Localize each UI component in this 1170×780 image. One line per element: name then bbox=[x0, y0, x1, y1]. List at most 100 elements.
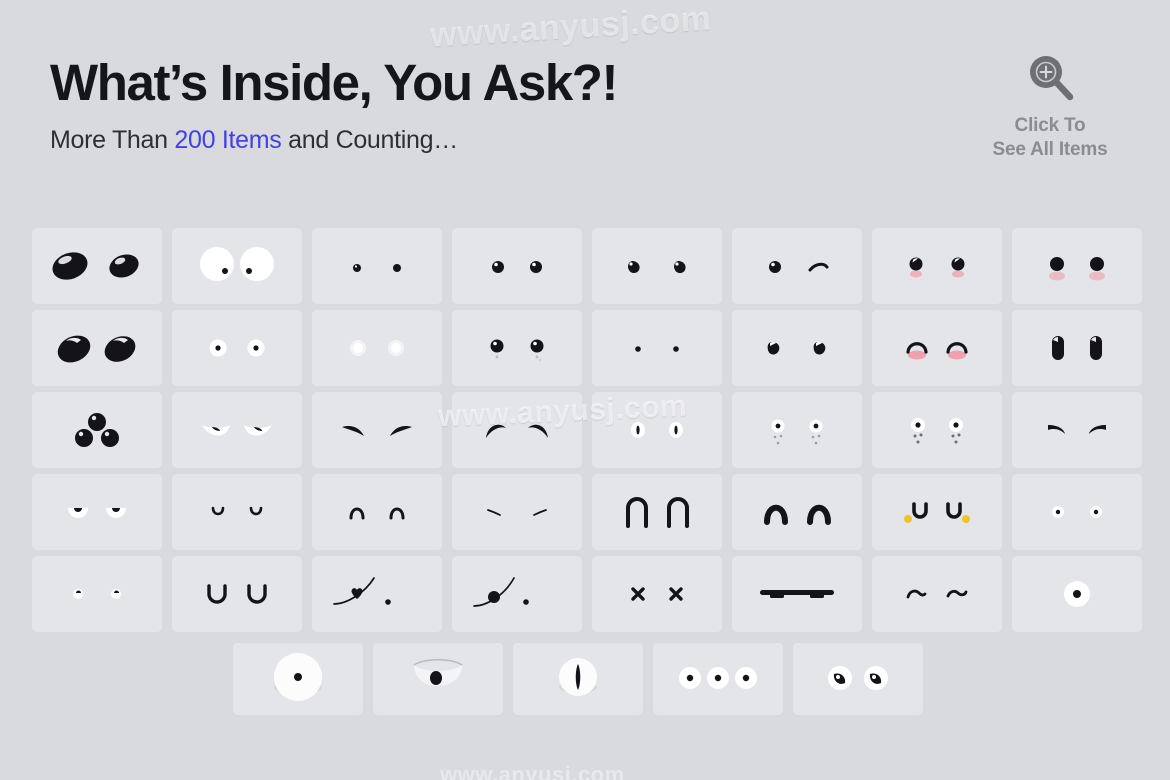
comma-shaped-eyes bbox=[767, 342, 826, 355]
teardrop-eyes-left-tilt bbox=[628, 261, 686, 273]
flat-bar-unibrow bbox=[760, 590, 834, 598]
grid-tile[interactable] bbox=[592, 228, 722, 304]
grid-tile[interactable] bbox=[452, 556, 582, 632]
vertical-capsule-eyes bbox=[1052, 336, 1102, 360]
grid-tile[interactable] bbox=[172, 392, 302, 468]
squiggle-wave-eyes bbox=[906, 589, 968, 599]
eye-styles-grid bbox=[32, 228, 1142, 632]
grid-tile[interactable] bbox=[452, 474, 582, 550]
grid-tile[interactable] bbox=[172, 228, 302, 304]
grid-tile[interactable] bbox=[32, 556, 162, 632]
subtitle-item-count: 200 Items bbox=[174, 125, 282, 154]
grid-tile[interactable] bbox=[312, 556, 442, 632]
x-cross-eyes bbox=[631, 587, 683, 601]
u-bowl-eyes bbox=[207, 584, 267, 604]
large-tilted-bean-eyes bbox=[57, 335, 136, 363]
see-all-line-2: See All Items bbox=[992, 138, 1108, 160]
two-crescent-pupil-eyeballs bbox=[828, 666, 888, 690]
grid-tile[interactable] bbox=[732, 228, 862, 304]
grid-tile[interactable] bbox=[452, 392, 582, 468]
grid-tile[interactable] bbox=[452, 310, 582, 386]
grid-tile[interactable] bbox=[312, 474, 442, 550]
grid-tile[interactable] bbox=[732, 474, 862, 550]
sleepy-half-lid-eyes bbox=[202, 425, 272, 436]
grid-tile[interactable] bbox=[312, 310, 442, 386]
grid-tile[interactable] bbox=[872, 474, 1002, 550]
eye-styles-strip bbox=[233, 643, 923, 715]
magnifier-plus-icon bbox=[1030, 56, 1074, 101]
subtitle-prefix: More Than bbox=[50, 125, 175, 154]
u-shape-eyes-yellow-dots bbox=[904, 502, 970, 523]
three-black-spheres bbox=[75, 413, 119, 447]
large-3d-eyeball-droopy-lid bbox=[413, 658, 463, 686]
grid-tile[interactable] bbox=[32, 310, 162, 386]
header: What’s Inside, You Ask?! More Than 200 I… bbox=[50, 54, 619, 155]
strip-tile[interactable] bbox=[373, 643, 503, 715]
grid-tile[interactable] bbox=[312, 392, 442, 468]
strip-tile[interactable] bbox=[233, 643, 363, 715]
bold-arch-eyes bbox=[764, 504, 831, 525]
thick-slanted-brow-eyes bbox=[1048, 425, 1106, 434]
grid-tile[interactable] bbox=[732, 310, 862, 386]
small-u-curve-eyes bbox=[211, 506, 263, 516]
see-all-items-label: Click To See All Items bbox=[980, 114, 1120, 162]
grid-tile[interactable] bbox=[732, 556, 862, 632]
thin-dash-eyes bbox=[487, 509, 547, 516]
grid-tile[interactable] bbox=[732, 392, 862, 468]
grid-tile[interactable] bbox=[32, 474, 162, 550]
see-all-items-button[interactable]: Click To See All Items bbox=[980, 50, 1120, 162]
big-oval-glossy-eyes bbox=[52, 252, 139, 280]
watermark-bottom: www.anyusj.com bbox=[440, 762, 625, 780]
round-eyes-pink-blush bbox=[1049, 257, 1105, 281]
dot-eyes-pink-blush bbox=[909, 257, 965, 278]
white-round-eyes-tiny-pupils bbox=[200, 247, 274, 281]
dot-eyes-with-sparkle-dots bbox=[911, 418, 963, 444]
tall-thin-arch-eyes bbox=[626, 497, 689, 528]
grid-tile[interactable] bbox=[872, 392, 1002, 468]
grid-tile[interactable] bbox=[32, 392, 162, 468]
grid-tile[interactable] bbox=[592, 474, 722, 550]
grid-tile[interactable] bbox=[172, 310, 302, 386]
tiny-white-dot-eyes bbox=[73, 589, 121, 599]
tiny-dot-eyes bbox=[353, 264, 401, 272]
small-n-arch-eyes bbox=[349, 507, 405, 520]
grid-tile[interactable] bbox=[592, 556, 722, 632]
grid-tile[interactable] bbox=[32, 228, 162, 304]
grid-tile[interactable] bbox=[452, 228, 582, 304]
large-3d-eyeball-slit-pupil bbox=[559, 658, 597, 696]
grid-tile[interactable] bbox=[872, 228, 1002, 304]
grid-tile[interactable] bbox=[172, 474, 302, 550]
grid-tile[interactable] bbox=[1012, 310, 1142, 386]
dot-and-wink-eyes bbox=[769, 261, 829, 273]
large-3d-eyeball-plain bbox=[274, 653, 322, 701]
happy-arc-eyes-blush bbox=[906, 342, 968, 360]
page-title: What’s Inside, You Ask?! bbox=[50, 54, 619, 111]
grid-tile[interactable] bbox=[1012, 228, 1142, 304]
grid-tile[interactable] bbox=[592, 310, 722, 386]
watermark-top: www.anyusj.com bbox=[429, 0, 713, 55]
micro-dot-eyes bbox=[635, 346, 679, 352]
three-small-eyeballs bbox=[679, 667, 757, 689]
white-circle-eyes-pupils bbox=[1052, 506, 1102, 518]
strip-tile[interactable] bbox=[653, 643, 783, 715]
grid-tile[interactable] bbox=[1012, 392, 1142, 468]
grid-tile[interactable] bbox=[872, 310, 1002, 386]
narrow-vertical-slit-eyes bbox=[631, 422, 683, 438]
grid-tile[interactable] bbox=[1012, 556, 1142, 632]
grid-tile[interactable] bbox=[592, 392, 722, 468]
grid-tile[interactable] bbox=[172, 556, 302, 632]
see-all-line-1: Click To bbox=[1014, 115, 1086, 136]
dot-swoosh-and-dot bbox=[473, 577, 529, 607]
heart-swoosh-and-dot bbox=[333, 577, 391, 605]
strip-tile[interactable] bbox=[793, 643, 923, 715]
strip-tile[interactable] bbox=[513, 643, 643, 715]
white-ring-eyes-dot-center bbox=[209, 339, 265, 357]
half-moon-white-eyes bbox=[68, 508, 126, 518]
grid-tile[interactable] bbox=[872, 556, 1002, 632]
single-cyclops-eye bbox=[1064, 581, 1090, 607]
soft-white-glow-dots bbox=[350, 340, 404, 356]
angry-brow-curve-eyes bbox=[342, 426, 412, 436]
grid-tile[interactable] bbox=[312, 228, 442, 304]
small-round-eyes-highlight bbox=[492, 261, 542, 273]
grid-tile[interactable] bbox=[1012, 474, 1142, 550]
